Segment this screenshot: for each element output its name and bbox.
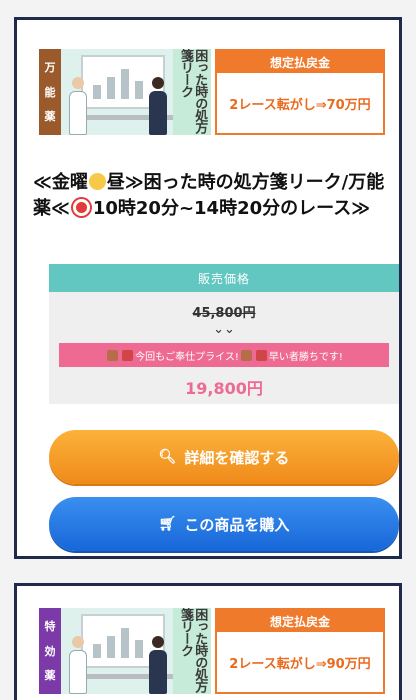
tag-char: 薬: [44, 109, 56, 123]
thumbnail-title: 困った時の処方箋リーク: [173, 608, 211, 694]
promo-banner: 今回もご奉仕プライス! 早い者勝ちです!: [59, 343, 389, 367]
estimated-payout-value: 2レース転がし⇒90万円: [229, 656, 371, 672]
promo-text: 早い者勝ちです!: [268, 351, 343, 363]
megaphone-icon: [107, 349, 119, 361]
woman-illustration: [149, 77, 167, 135]
doctor-illustration: [69, 636, 87, 694]
product-list: 万 能 薬 困った時の処方箋リーク 想定払戻金 2レース転がし⇒70万円 ≪金曜…: [0, 0, 416, 700]
product-thumbnail[interactable]: 特 効 薬 困った時の処方箋リーク: [39, 608, 211, 694]
alarm-clock-icon: [72, 199, 90, 216]
sun-face-icon: [88, 173, 106, 190]
category-tag: 万 能 薬: [39, 49, 61, 135]
cart-icon: 🛒︎: [158, 516, 177, 532]
estimated-payout-box: 想定払戻金 2レース転がし⇒70万円: [215, 49, 385, 135]
product-thumbnail[interactable]: 万 能 薬 困った時の処方箋リーク: [39, 49, 211, 135]
view-details-label: 詳細を確認する: [184, 448, 290, 467]
purchase-label: この商品を購入: [184, 515, 290, 534]
product-card: 万 能 薬 困った時の処方箋リーク 想定払戻金 2レース転がし⇒70万円 ≪金曜…: [14, 17, 402, 559]
discount-icon: [122, 349, 134, 361]
product-title[interactable]: ≪金曜 昼≫困った時の処方箋リーク/万能薬≪ 10時20分~14時20分のレース≫: [33, 170, 391, 222]
woman-illustration: [149, 636, 167, 694]
estimated-payout-box: 想定払戻金 2レース転がし⇒90万円: [215, 608, 385, 694]
discount-icon: [255, 349, 267, 361]
search-icon: 🔍︎: [158, 449, 177, 465]
estimated-payout-value: 2レース転がし⇒70万円: [229, 97, 371, 113]
tag-char: 効: [44, 644, 56, 658]
product-banner[interactable]: 特 効 薬 困った時の処方箋リーク 想定払戻金 2レース転がし⇒90万円: [39, 608, 385, 694]
megaphone-icon: [240, 349, 252, 361]
doctor-illustration: [69, 77, 87, 135]
price-box: 販売価格 45,800円 ⌄⌄ 今回もご奉仕プライス! 早い者勝ちです! 19,8…: [49, 264, 399, 404]
view-details-button[interactable]: 🔍︎ 詳細を確認する: [49, 430, 399, 484]
purchase-button[interactable]: 🛒︎ この商品を購入: [49, 497, 399, 551]
product-banner[interactable]: 万 能 薬 困った時の処方箋リーク 想定払戻金 2レース転がし⇒70万円: [39, 49, 385, 135]
tag-char: 能: [44, 85, 56, 99]
estimated-payout-label: 想定払戻金: [217, 51, 383, 73]
original-price: 45,800円: [192, 306, 256, 321]
price-label: 販売価格: [49, 264, 399, 292]
promo-text: 今回もご奉仕プライス!: [135, 351, 239, 363]
tag-char: 薬: [44, 668, 56, 682]
chevron-down-icon: ⌄⌄: [213, 322, 235, 337]
product-card: 特 効 薬 困った時の処方箋リーク 想定払戻金 2レース転がし⇒90万円: [14, 583, 402, 700]
sale-price: 19,800円: [185, 379, 263, 398]
title-part: 10時20分~14時20分のレース≫: [92, 198, 371, 219]
estimated-payout-label: 想定払戻金: [217, 610, 383, 632]
title-part: ≪金曜: [33, 172, 88, 193]
tag-char: 特: [44, 620, 56, 634]
category-tag: 特 効 薬: [39, 608, 61, 694]
thumbnail-title: 困った時の処方箋リーク: [173, 49, 211, 135]
tag-char: 万: [44, 61, 56, 75]
